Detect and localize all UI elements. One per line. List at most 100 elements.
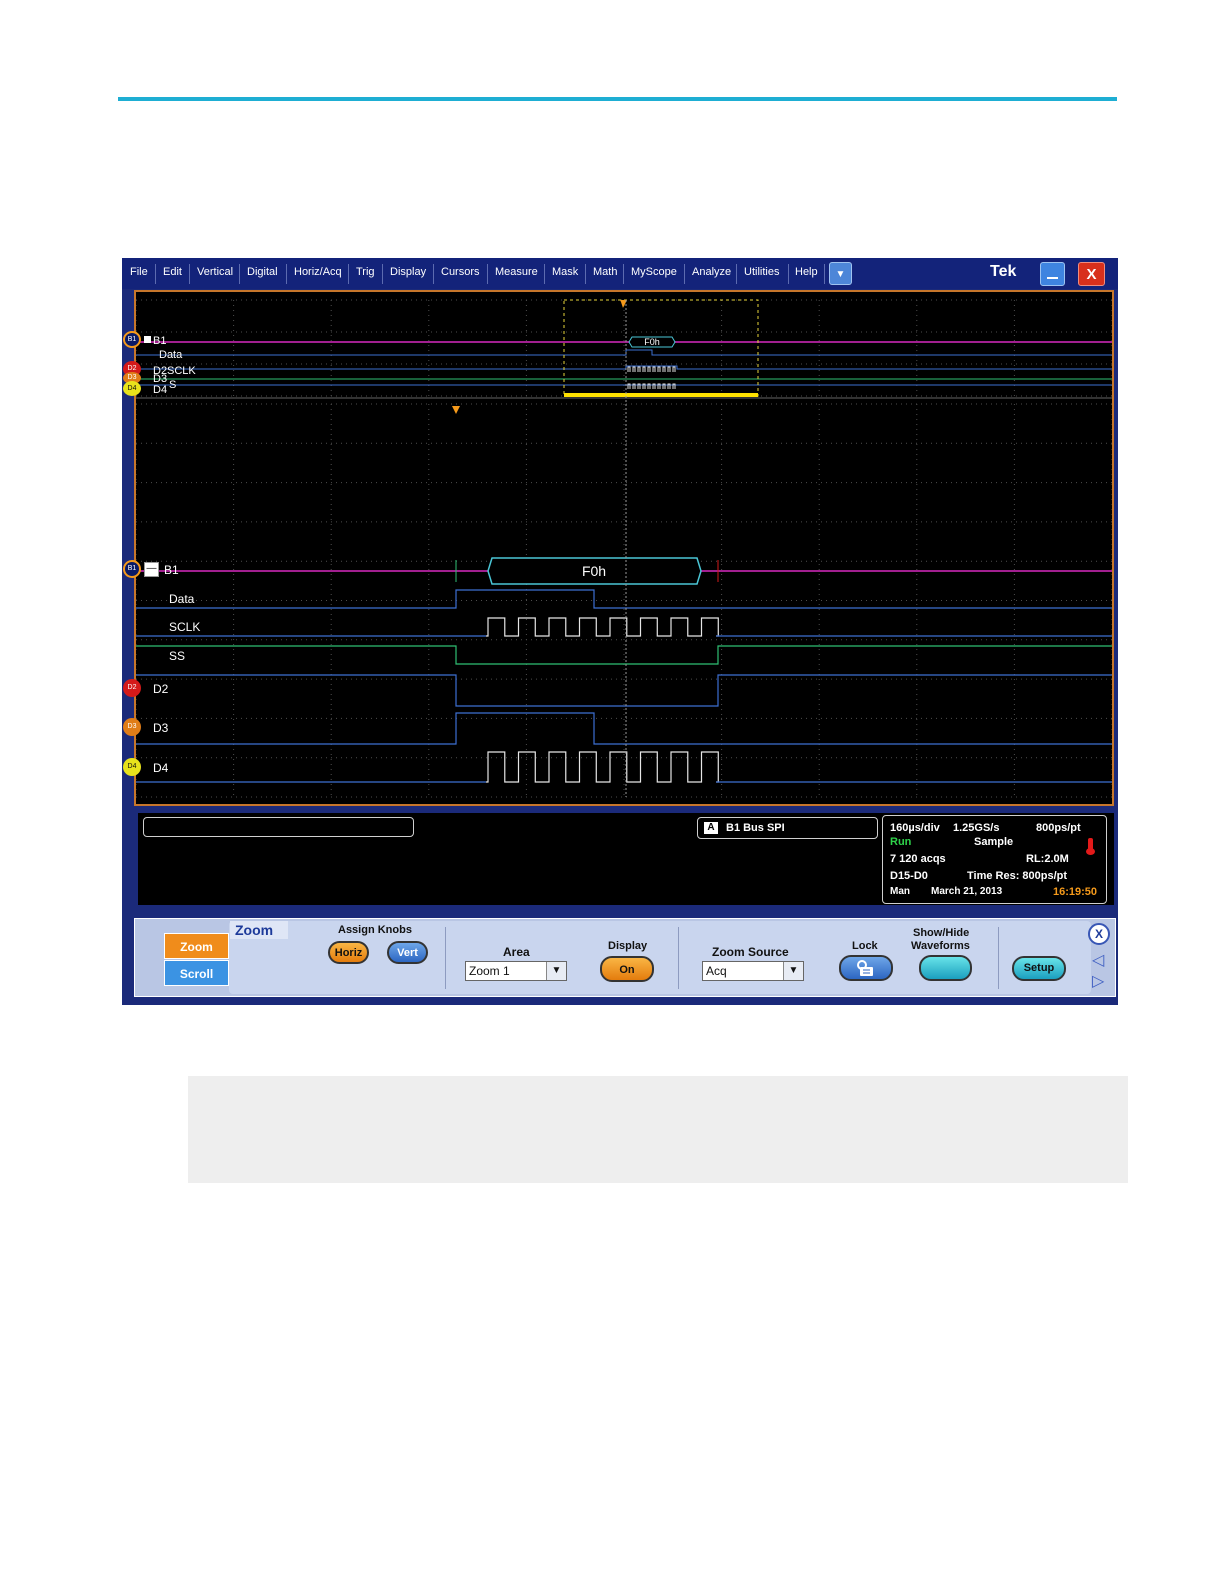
acquisition-mode: Sample <box>974 836 1014 848</box>
trigger-mode: Man <box>890 886 910 897</box>
waveforms-label: Waveforms <box>911 940 970 952</box>
channel-range: D15-D0 <box>890 870 928 882</box>
timebase: 160µs/div <box>890 822 940 834</box>
menu-bar: File Edit Vertical Digital Horiz/Acq Tri… <box>122 258 1118 289</box>
record-length: RL:2.0M <box>1026 853 1069 865</box>
bus-badge: A <box>704 822 718 834</box>
menu-utilities[interactable]: Utilities <box>744 266 779 278</box>
lock-icon <box>857 960 873 976</box>
zoom-source-select[interactable]: Acq ▼ <box>702 961 804 981</box>
zoom-b1-badge[interactable]: B1 <box>123 560 141 578</box>
zoom-d4-badge[interactable]: D4 <box>123 758 141 776</box>
zoom-label-ss: SS <box>169 649 186 663</box>
top-rule <box>118 97 1117 101</box>
overview-sclk-trace <box>136 365 1112 370</box>
zoom-d4-trace <box>486 751 719 783</box>
menu-trig[interactable]: Trig <box>356 266 375 278</box>
menu-separator <box>155 264 156 284</box>
menu-measure[interactable]: Measure <box>495 266 538 278</box>
menu-display[interactable]: Display <box>390 266 426 278</box>
zoom-d3-badge[interactable]: D3 <box>123 718 141 736</box>
menu-separator <box>382 264 383 284</box>
menu-math[interactable]: Math <box>593 266 617 278</box>
menu-separator <box>544 264 545 284</box>
chevron-down-icon[interactable]: ▼ <box>546 962 566 980</box>
close-icon[interactable]: X <box>1078 262 1105 286</box>
zoom-label-b1: B1 <box>164 563 179 577</box>
thermometer-icon <box>1086 838 1095 855</box>
zoom-label-d3: D3 <box>153 721 169 735</box>
zoom-region-box <box>563 299 759 397</box>
message-box <box>143 817 414 837</box>
overview-label-d4: D4 <box>153 384 168 396</box>
previous-arrow-icon[interactable]: ◁ <box>1092 953 1104 969</box>
menu-digital[interactable]: Digital <box>247 266 278 278</box>
run-state: Run <box>890 836 912 848</box>
zoom-trigger-marker <box>452 406 460 414</box>
time-resolution: Time Res: 800ps/pt <box>967 870 1068 882</box>
menu-separator <box>824 264 825 284</box>
menu-cursors[interactable]: Cursors <box>441 266 480 278</box>
sample-rate: 1.25GS/s <box>953 822 1000 834</box>
horiz-knob-button[interactable]: Horiz <box>328 941 369 964</box>
menu-horiz-acq[interactable]: Horiz/Acq <box>294 266 342 278</box>
area-select-value: Zoom 1 <box>469 964 510 978</box>
zoom-collapse-icon[interactable]: — <box>144 562 159 577</box>
area-select[interactable]: Zoom 1 ▼ <box>465 961 567 981</box>
acquisition-readout[interactable]: 160µs/div 1.25GS/s 800ps/pt Run Sample 7… <box>882 815 1107 904</box>
menu-separator <box>239 264 240 284</box>
brand-logo: Tek <box>990 263 1017 280</box>
overview-label-data: Data <box>159 349 183 361</box>
close-panel-button[interactable]: X <box>1088 923 1110 945</box>
overview-b1-badge[interactable]: B1 <box>123 331 141 348</box>
chevron-down-icon[interactable]: ▼ <box>783 962 803 980</box>
zoom-source-label: Zoom Source <box>712 945 789 959</box>
menu-separator <box>623 264 624 284</box>
display-toggle[interactable]: On <box>600 956 654 982</box>
lock-label: Lock <box>852 940 878 952</box>
menu-vertical[interactable]: Vertical <box>197 266 233 278</box>
overview-graticule <box>136 299 1112 397</box>
overview-d4-badge[interactable]: D4 <box>123 381 141 396</box>
menu-separator <box>433 264 434 284</box>
chevron-down-icon[interactable]: ▼ <box>829 262 852 285</box>
menu-analyze[interactable]: Analyze <box>692 266 731 278</box>
menu-separator <box>736 264 737 284</box>
waveform-display[interactable]: F0h F0h B1 Data D2 SCLK D3 S D4 — B1 Dat… <box>134 290 1114 806</box>
menu-separator <box>286 264 287 284</box>
zoom-sclk-trace <box>486 617 719 637</box>
bus-readout[interactable]: A B1 Bus SPI <box>697 817 878 839</box>
waveform-graticule: F0h F0h <box>136 299 1112 798</box>
menu-myscope[interactable]: MyScope <box>631 266 677 278</box>
zoom-label-sclk: SCLK <box>169 620 201 634</box>
show-hide-waveforms-button[interactable] <box>919 955 972 981</box>
minimize-icon[interactable] <box>1040 262 1065 286</box>
menu-separator <box>348 264 349 284</box>
zoom-bus-value: F0h <box>582 563 606 579</box>
next-arrow-icon[interactable]: ▷ <box>1092 974 1104 990</box>
overview-collapse-icon[interactable] <box>144 336 151 343</box>
tab-zoom[interactable]: Zoom <box>164 933 229 959</box>
tab-scroll[interactable]: Scroll <box>164 960 229 986</box>
menu-file[interactable]: File <box>130 266 148 278</box>
date: March 21, 2013 <box>931 886 1003 897</box>
area-label: Area <box>503 945 530 959</box>
display-label: Display <box>608 940 648 952</box>
resolution: 800ps/pt <box>1036 822 1081 834</box>
menu-edit[interactable]: Edit <box>163 266 182 278</box>
zoom-graticule <box>136 403 1112 798</box>
clock-time: 16:19:50 <box>1053 886 1098 898</box>
menu-mask[interactable]: Mask <box>552 266 578 278</box>
zoom-d2-badge[interactable]: D2 <box>123 679 141 697</box>
show-hide-label: Show/Hide <box>913 927 970 939</box>
status-area: A B1 Bus SPI 160µs/div 1.25GS/s 800ps/pt… <box>138 813 1114 905</box>
vert-knob-button[interactable]: Vert <box>387 941 428 964</box>
panel-divider <box>445 927 446 989</box>
note-box <box>188 1076 1128 1183</box>
zoom-label-data: Data <box>169 592 195 606</box>
menu-separator <box>487 264 488 284</box>
menu-separator <box>788 264 789 284</box>
lock-button[interactable] <box>839 955 893 981</box>
menu-help[interactable]: Help <box>795 266 818 278</box>
setup-button[interactable]: Setup <box>1012 956 1066 981</box>
